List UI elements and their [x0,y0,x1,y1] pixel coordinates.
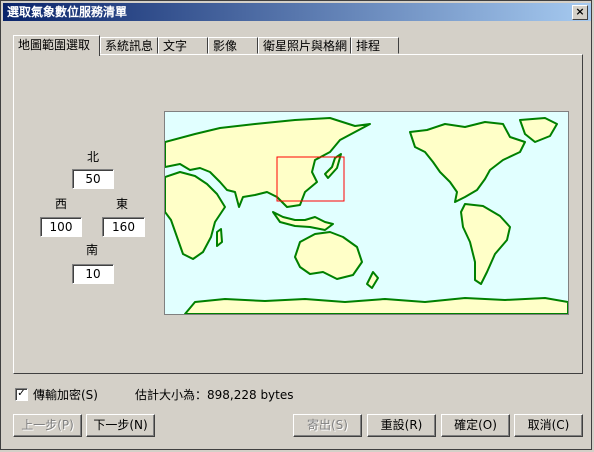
south-input[interactable]: 10 [72,264,114,284]
encrypt-label: 傳輸加密(S) [33,388,98,402]
east-input[interactable]: 160 [102,217,145,237]
title-bar[interactable]: 選取氣象數位服務清單 × [3,3,591,21]
north-label: 北 [86,150,99,164]
window-title: 選取氣象數位服務清單 [7,5,128,19]
export-button[interactable]: 寄出(S) [293,414,362,437]
tab-schedule[interactable]: 排程 [351,37,399,54]
south-label: 南 [85,243,98,257]
cancel-button[interactable]: 取消(C) [514,414,583,437]
tab-satellite-grid[interactable]: 衛星照片與格網 [258,37,351,54]
north-input[interactable]: 50 [72,169,114,189]
tab-map-range[interactable]: 地圖範圍選取 [13,35,100,56]
tab-system-messages[interactable]: 系統訊息 [100,37,158,54]
close-button[interactable]: × [572,5,588,20]
estimated-size-label: 估計大小為：898,228 bytes [135,388,294,402]
ok-button[interactable]: 確定(O) [441,414,510,437]
world-map-canvas [165,112,568,314]
tab-text[interactable]: 文字 [158,37,208,54]
next-button[interactable]: 下一步(N) [86,414,155,437]
prev-button[interactable]: 上一步(P) [13,414,82,437]
antarctica-landmass [184,297,568,314]
checkmark-icon: ✓ [17,388,26,399]
west-label: 西 [54,197,67,211]
madagascar-island [216,228,223,247]
encrypt-checkbox[interactable]: ✓ [15,388,28,401]
reset-button[interactable]: 重設(R) [367,414,436,437]
world-map[interactable] [164,111,569,315]
west-input[interactable]: 100 [40,217,82,237]
tab-image[interactable]: 影像 [208,37,258,54]
dialog-window: 選取氣象數位服務清單 × 地圖範圍選取 系統訊息 文字 影像 衛星照片與格網 排… [0,0,592,450]
east-label: 東 [115,197,128,211]
